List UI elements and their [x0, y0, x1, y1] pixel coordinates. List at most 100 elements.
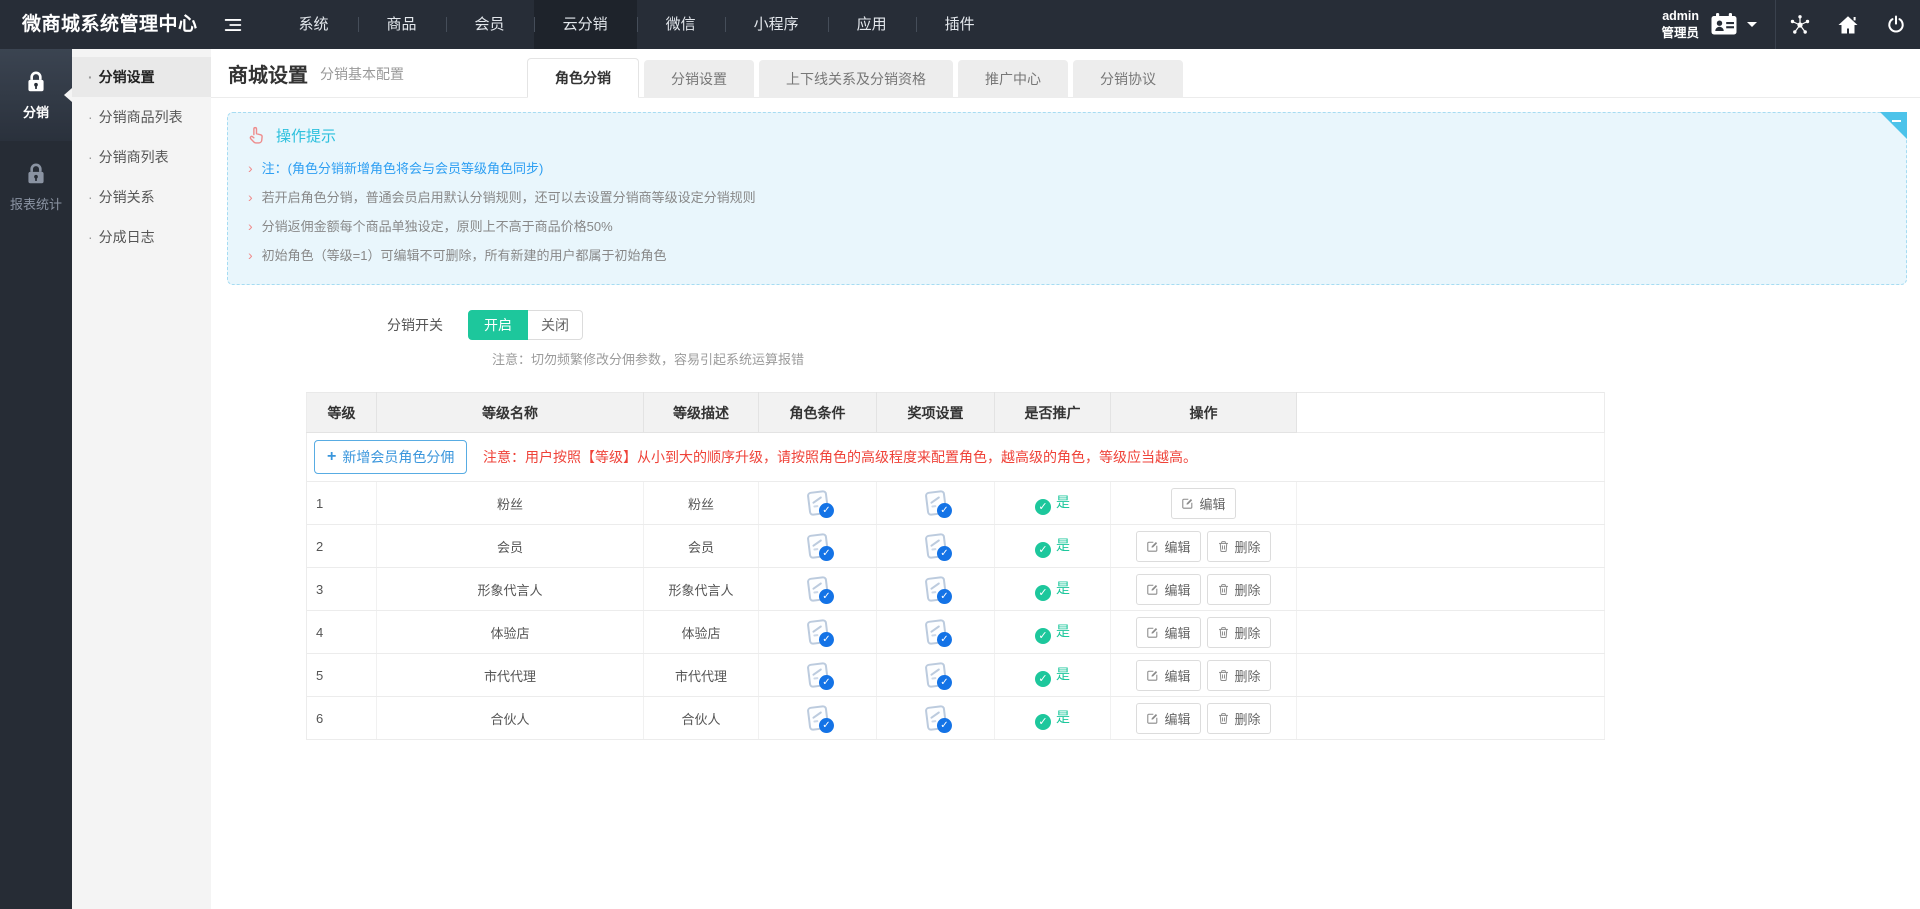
sidebar-menu-item[interactable]: ·分销商品列表	[72, 97, 211, 137]
promote-cell: ✓是	[995, 654, 1111, 697]
sidebar-menu-item[interactable]: ·分销商列表	[72, 137, 211, 177]
edit-button[interactable]: 编辑	[1136, 660, 1200, 691]
edit-button[interactable]: 编辑	[1136, 617, 1200, 648]
check-circle-icon: ✓	[1035, 542, 1051, 558]
check-circle-icon: ✓	[1035, 714, 1051, 730]
role-condition-icon[interactable]: ✓	[806, 619, 829, 645]
promote-cell: ✓是	[995, 697, 1111, 740]
tab[interactable]: 角色分销	[527, 58, 639, 98]
sidebar-menu-item[interactable]: ·分销关系	[72, 177, 211, 217]
add-role-button[interactable]: + 新增会员角色分佣	[314, 440, 467, 474]
trash-icon	[1217, 712, 1230, 725]
top-nav: 微商城系统管理中心 系统 商品 会员 云分销 微信 小程序 应用 插件 admi…	[0, 0, 1920, 49]
reward-setting-cell: ✓	[877, 525, 995, 568]
actions-cell: 编辑 删除	[1111, 697, 1297, 740]
table-header-cell	[1297, 393, 1605, 433]
switch-off-button[interactable]: 关闭	[528, 310, 583, 340]
promote-yes-label: 是	[1056, 709, 1070, 725]
empty-cell	[1297, 654, 1605, 697]
table-toolbar-row: + 新增会员角色分佣 注意：用户按照【等级】从小到大的顺序升级，请按照角色的高级…	[307, 433, 1605, 482]
trash-icon	[1217, 583, 1230, 596]
power-icon[interactable]	[1872, 0, 1920, 49]
level-cell: 4	[307, 611, 377, 654]
delete-button[interactable]: 删除	[1207, 531, 1271, 562]
edit-icon	[1146, 626, 1159, 639]
edit-button[interactable]: 编辑	[1171, 488, 1235, 519]
top-nav-item[interactable]: 系统	[270, 0, 358, 49]
tab[interactable]: 推广中心	[958, 60, 1068, 98]
level-cell: 5	[307, 654, 377, 697]
level-desc-cell: 市代代理	[644, 654, 759, 697]
level-desc-cell: 体验店	[644, 611, 759, 654]
promote-cell: ✓是	[995, 525, 1111, 568]
edit-button[interactable]: 编辑	[1136, 531, 1200, 562]
id-card-icon[interactable]	[1709, 11, 1739, 38]
top-nav-item[interactable]: 插件	[916, 0, 1004, 49]
reward-setting-cell: ✓	[877, 654, 995, 697]
role-condition-icon[interactable]: ✓	[806, 662, 829, 688]
sidebar-menu-label: 分销商品列表	[99, 109, 183, 125]
sidebar-menu-item[interactable]: ·分销设置	[72, 57, 211, 97]
role-condition-icon[interactable]: ✓	[806, 490, 829, 516]
table-row: 1 粉丝 粉丝 ✓ ✓ ✓是	[307, 482, 1605, 525]
bullet-dot: ·	[88, 149, 93, 165]
switch-label: 分销开关	[211, 315, 468, 335]
level-cell: 6	[307, 697, 377, 740]
top-nav-item[interactable]: 小程序	[725, 0, 828, 49]
tips-item: ›分销返佣金额每个商品单独设定，原则上不高于商品价格50%	[248, 212, 1890, 241]
reward-setting-icon[interactable]: ✓	[924, 490, 947, 516]
table-header-cell: 奖项设置	[877, 393, 995, 433]
empty-cell	[1297, 611, 1605, 654]
home-icon[interactable]	[1824, 0, 1872, 49]
tab[interactable]: 上下线关系及分销资格	[759, 60, 953, 98]
top-nav-item[interactable]: 云分销	[534, 0, 637, 49]
top-nav-item[interactable]: 应用	[828, 0, 916, 49]
promote-cell: ✓是	[995, 482, 1111, 525]
top-nav-item[interactable]: 商品	[358, 0, 446, 49]
reward-setting-icon[interactable]: ✓	[924, 576, 947, 602]
role-condition-icon[interactable]: ✓	[806, 705, 829, 731]
page-subtitle: 分销基本配置	[320, 64, 404, 84]
empty-cell	[1297, 482, 1605, 525]
role-condition-icon[interactable]: ✓	[806, 533, 829, 559]
sidebar-module-item[interactable]: 报表统计	[0, 141, 72, 233]
check-badge-icon: ✓	[936, 589, 951, 604]
tab[interactable]: 分销设置	[644, 60, 754, 98]
level-cell: 1	[307, 482, 377, 525]
role-condition-icon[interactable]: ✓	[806, 576, 829, 602]
reward-setting-icon[interactable]: ✓	[924, 533, 947, 559]
menu-toggle-icon[interactable]	[212, 0, 254, 49]
edit-button[interactable]: 编辑	[1136, 703, 1200, 734]
user-info[interactable]: admin 管理员	[1661, 8, 1699, 41]
delete-button[interactable]: 删除	[1207, 574, 1271, 605]
table-header-row: 等级 等级名称 等级描述 角色条件 奖项设置 是否推广 操作	[307, 393, 1605, 433]
table-header-cell: 等级	[307, 393, 377, 433]
sidebar-module-item[interactable]: 分销	[0, 49, 72, 141]
reward-setting-icon[interactable]: ✓	[924, 662, 947, 688]
reward-setting-icon[interactable]: ✓	[924, 619, 947, 645]
sidebar-module-label: 报表统计	[10, 194, 62, 213]
network-icon[interactable]	[1776, 0, 1824, 49]
collapse-corner-icon[interactable]	[1880, 112, 1907, 139]
delete-button[interactable]: 删除	[1207, 703, 1271, 734]
page-title: 商城设置	[228, 59, 308, 88]
tips-item: ›若开启角色分销，普通会员启用默认分销规则，还可以去设置分销商等级设定分销规则	[248, 183, 1890, 212]
switch-on-button[interactable]: 开启	[468, 310, 528, 340]
reward-setting-cell: ✓	[877, 611, 995, 654]
reward-setting-icon[interactable]: ✓	[924, 705, 947, 731]
hand-pointer-icon	[246, 125, 267, 146]
delete-button[interactable]: 删除	[1207, 660, 1271, 691]
chevron-down-icon[interactable]	[1747, 22, 1757, 27]
table-row: 5 市代代理 市代代理 ✓ ✓ ✓是	[307, 654, 1605, 697]
level-desc-cell: 粉丝	[644, 482, 759, 525]
check-badge-icon: ✓	[936, 503, 951, 518]
top-nav-item[interactable]: 会员	[446, 0, 534, 49]
level-cell: 3	[307, 568, 377, 611]
edit-button[interactable]: 编辑	[1136, 574, 1200, 605]
top-nav-item[interactable]: 微信	[637, 0, 725, 49]
sidebar-menu-item[interactable]: ·分成日志	[72, 217, 211, 257]
delete-button[interactable]: 删除	[1207, 617, 1271, 648]
check-circle-icon: ✓	[1035, 628, 1051, 644]
tab[interactable]: 分销协议	[1073, 60, 1183, 98]
role-condition-cell: ✓	[759, 654, 877, 697]
